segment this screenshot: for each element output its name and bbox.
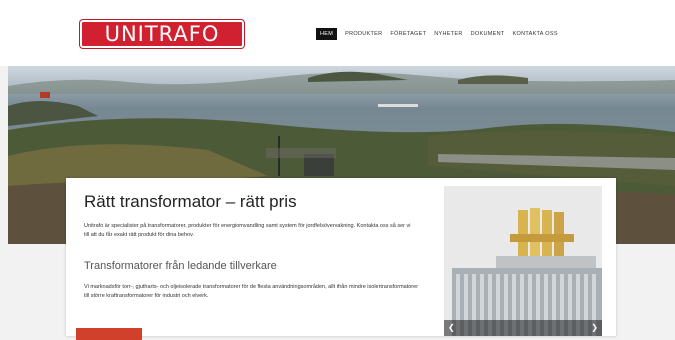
slider-caption-bar [444, 320, 602, 336]
page-title: Rätt transformator – rätt pris [84, 192, 297, 211]
logo-text: UNITRAFO [104, 22, 220, 46]
transformer-image [444, 186, 602, 336]
nav-item-foretaget[interactable]: FÖRETAGET [390, 31, 426, 37]
nav-item-dokument[interactable]: DOKUMENT [471, 31, 505, 37]
logo[interactable]: UNITRAFO [80, 20, 244, 48]
nav-item-kontakta-oss[interactable]: KONTAKTA OSS [513, 31, 558, 37]
nav-item-hem[interactable]: HEM [316, 28, 338, 40]
chevron-left-icon[interactable]: ❮ [448, 323, 455, 332]
nav-item-nyheter[interactable]: NYHETER [434, 31, 462, 37]
product-slider[interactable]: ❮ ❯ [444, 186, 602, 336]
chevron-right-icon[interactable]: ❯ [591, 323, 598, 332]
section-subtitle: Transformatorer från ledande tillverkare [84, 260, 277, 272]
nav-item-produkter[interactable]: PRODUKTER [345, 31, 382, 37]
site-header: UNITRAFO HEM PRODUKTER FÖRETAGET NYHETER… [0, 0, 675, 66]
content-card: Rätt transformator – rätt pris Unitrafo … [66, 178, 616, 340]
cta-button[interactable] [76, 328, 142, 340]
main-nav: HEM PRODUKTER FÖRETAGET NYHETER DOKUMENT… [316, 28, 566, 40]
body-paragraph: Vi marknadsför torr-, gjutharts- och olj… [84, 284, 419, 299]
intro-paragraph: Unitrafo är specialister på transformato… [84, 223, 411, 238]
